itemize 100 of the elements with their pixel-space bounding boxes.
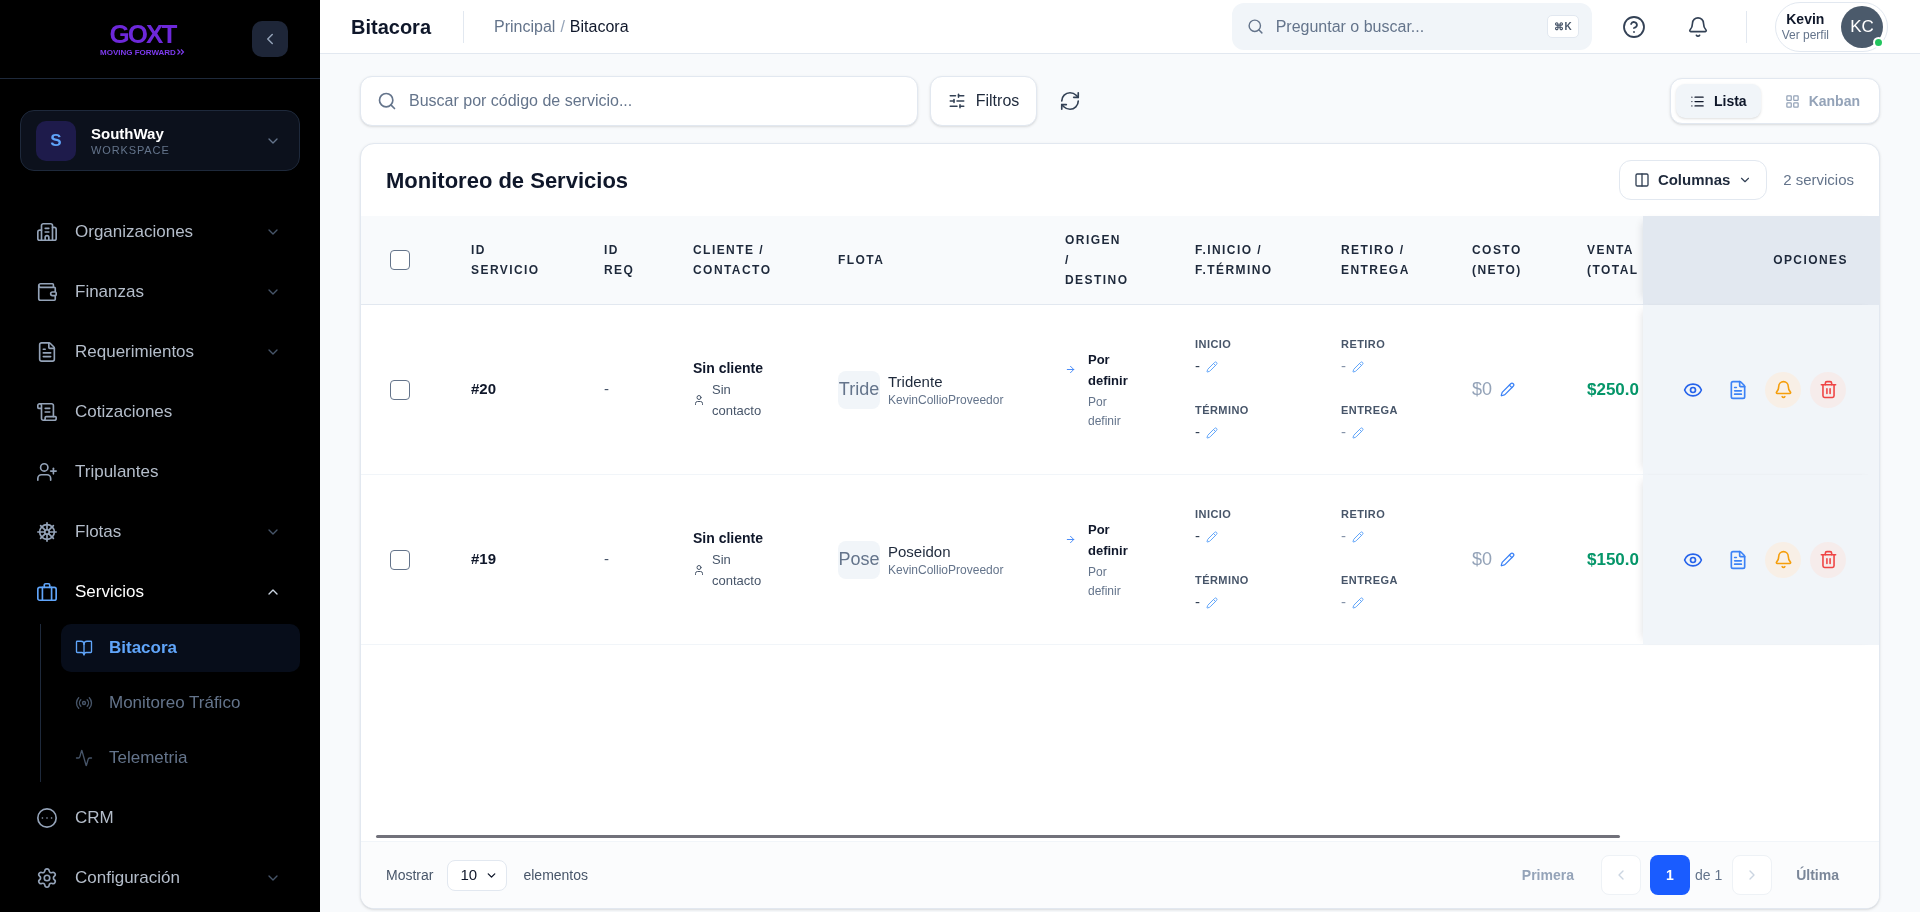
show-label: Mostrar	[386, 865, 434, 885]
edit-icon[interactable]	[1352, 360, 1364, 373]
edit-icon[interactable]	[1206, 360, 1218, 373]
row-checkbox[interactable]	[390, 379, 410, 400]
page-size-select[interactable]: 10	[447, 859, 508, 891]
page-total: de 1	[1694, 865, 1723, 885]
route-origin: Por definir	[1088, 350, 1129, 390]
broadcast-icon	[75, 694, 93, 712]
nav-item[interactable]: Configuración	[20, 854, 300, 902]
user-avatar: KC	[1841, 5, 1883, 48]
edit-icon[interactable]	[1206, 426, 1218, 439]
edit-icon[interactable]	[1352, 530, 1364, 543]
breadcrumb-link[interactable]: Principal	[494, 14, 556, 39]
help-icon[interactable]	[1621, 14, 1646, 39]
workspace-selector[interactable]: S SouthWay WORKSPACE	[20, 110, 300, 171]
arrow-right-icon	[1065, 534, 1076, 545]
fleet-provider: KevinCollioProveedor	[888, 391, 1004, 408]
fleet-name: Poseidon	[888, 541, 952, 562]
logo-tagline: MOVING FORWARD	[100, 47, 176, 57]
total-sale: $250.0	[1587, 378, 1639, 401]
edit-icon[interactable]	[1500, 382, 1516, 397]
date-value: -	[1195, 356, 1200, 377]
client-name: Sin cliente	[693, 529, 765, 548]
items-label: elementos	[523, 865, 589, 885]
refresh-icon[interactable]	[1059, 90, 1081, 112]
column-header: RETIRO / ENTREGA	[1341, 242, 1410, 279]
edit-icon[interactable]	[1352, 426, 1364, 439]
edit-icon[interactable]	[1352, 596, 1364, 609]
service-search-field[interactable]: Buscar por código de servicio...	[360, 76, 918, 126]
horizontal-scrollbar[interactable]	[376, 835, 1620, 838]
settings-icon	[36, 867, 58, 889]
trash-icon[interactable]	[1810, 541, 1846, 578]
columns-button[interactable]: Columnas	[1619, 160, 1768, 200]
nav-item[interactable]: Finanzas	[20, 268, 300, 316]
document-icon[interactable]	[1728, 379, 1748, 400]
fleet-provider: KevinCollioProveedor	[888, 561, 1004, 578]
date-value: -	[1195, 422, 1200, 443]
breadcrumb-current: Bitacora	[569, 16, 629, 37]
scroll-icon	[36, 401, 58, 423]
filters-button[interactable]: Filtros	[930, 76, 1037, 126]
service-count: 2 servicios	[1783, 169, 1854, 190]
last-page-button[interactable]: Última	[1796, 864, 1839, 886]
route-origin: Por definir	[1088, 520, 1129, 560]
ship-wheel-icon	[36, 521, 58, 543]
nav-subitem[interactable]: Telemetria	[61, 734, 300, 782]
panel-title: Monitoreo de Servicios	[386, 166, 629, 195]
logistics-label: ENTREGA	[1341, 402, 1399, 418]
nav-item[interactable]: Tripulantes	[20, 448, 300, 496]
sliders-icon	[947, 92, 966, 110]
logistics-value: -	[1341, 592, 1346, 613]
row-checkbox[interactable]	[390, 549, 410, 570]
column-header: ID REQ	[604, 242, 635, 279]
nav-subitem[interactable]: Monitoreo Tráfico	[61, 679, 300, 727]
edit-icon[interactable]	[1206, 530, 1218, 543]
nav-subitem[interactable]: Bitacora	[61, 624, 300, 672]
logistics-value: -	[1341, 422, 1346, 443]
total-sale: $150.0	[1587, 548, 1639, 571]
breadcrumb-separator: /	[560, 16, 565, 37]
route-destination: Por definir	[1088, 393, 1122, 430]
nav-item[interactable]: Cotizaciones	[20, 388, 300, 436]
column-header: ID SERVICIO	[471, 242, 540, 279]
edit-icon[interactable]	[1500, 552, 1516, 567]
date-label: TÉRMINO	[1195, 402, 1250, 418]
collapse-sidebar-button[interactable]	[252, 21, 288, 57]
bell-icon[interactable]	[1765, 541, 1801, 578]
page-title: Bitacora	[351, 14, 432, 40]
net-cost: $0	[1472, 548, 1493, 571]
nav-item[interactable]: Organizaciones	[20, 208, 300, 256]
client-contact: Sin contacto	[712, 551, 763, 590]
column-header: CLIENTE / CONTACTO	[693, 242, 772, 279]
user-plus-icon	[36, 461, 58, 483]
edit-icon[interactable]	[1206, 596, 1218, 609]
bell-icon[interactable]	[1765, 371, 1801, 408]
user-name: Kevin	[1786, 10, 1825, 28]
service-id: #19	[471, 549, 497, 570]
notification-bell-icon[interactable]	[1686, 15, 1709, 38]
select-all-checkbox[interactable]	[390, 250, 410, 270]
nav-item[interactable]: Requerimientos	[20, 328, 300, 376]
page-button[interactable]: 1	[1649, 855, 1690, 895]
logistics-label: ENTREGA	[1341, 572, 1399, 588]
nav-item[interactable]: CRM	[20, 794, 300, 842]
fleet-thumbnail: Tride	[838, 370, 880, 409]
date-value: -	[1195, 526, 1200, 547]
arrow-right-icon	[1065, 364, 1076, 375]
book-icon	[75, 639, 93, 657]
route-destination: Por definir	[1088, 563, 1122, 600]
logistics-label: RETIRO	[1341, 336, 1387, 352]
nav-item[interactable]: Flotas	[20, 508, 300, 556]
service-id: #20	[471, 379, 497, 400]
date-label: TÉRMINO	[1195, 572, 1250, 588]
view-tab[interactable]: Lista	[1675, 84, 1761, 118]
document-icon[interactable]	[1728, 549, 1748, 570]
net-cost: $0	[1472, 378, 1493, 401]
fleet-thumbnail: Pose	[838, 540, 880, 579]
nav-item[interactable]: Servicios	[20, 568, 300, 616]
briefcase-icon	[36, 581, 58, 603]
trash-icon[interactable]	[1810, 371, 1846, 408]
column-header: FLOTA	[838, 252, 885, 269]
logistics-value: -	[1341, 356, 1346, 377]
column-header: OPCIONES	[1773, 252, 1848, 269]
